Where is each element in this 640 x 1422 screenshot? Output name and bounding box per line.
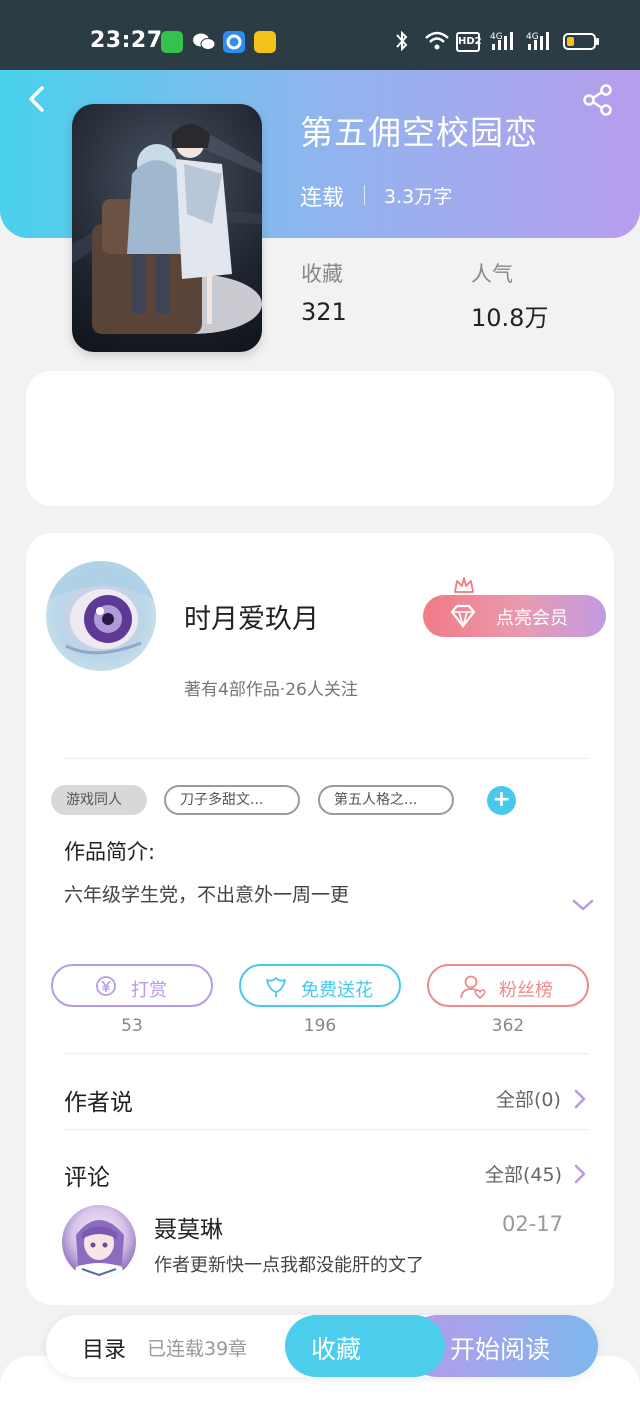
divider — [64, 1129, 588, 1130]
send-flower-label: 免费送花 — [301, 980, 373, 1001]
notes-app-icon — [254, 31, 276, 53]
battery-icon — [563, 28, 601, 54]
comment-text[interactable]: 作者更新快一点我都没能肝的文了 — [154, 1251, 424, 1277]
popularity-value: 10.8万 — [471, 304, 549, 332]
vip-button-label: 点亮会员 — [496, 608, 568, 629]
anime-girl-avatar — [74, 1220, 124, 1279]
book-status: 连载 — [300, 186, 345, 211]
chapters-count: 已连载39章 — [147, 1338, 248, 1360]
divider — [64, 758, 588, 759]
divider — [64, 1053, 588, 1054]
book-cover[interactable] — [72, 104, 262, 352]
chevron-right-icon — [574, 1164, 586, 1184]
share-icon — [583, 84, 612, 116]
fans-count: 362 — [491, 1016, 525, 1036]
comments-all-label: 全部(45) — [485, 1164, 563, 1186]
tag-game-fanfic[interactable]: 游戏同人 — [51, 785, 147, 815]
commenter-avatar[interactable] — [62, 1205, 136, 1279]
favorites-value: 321 — [301, 298, 347, 326]
chevron-left-icon — [29, 86, 44, 112]
collect-label: 收藏 — [311, 1335, 362, 1364]
author-says-title: 作者说 — [64, 1090, 133, 1116]
chevron-down-icon[interactable] — [570, 896, 596, 914]
author-avatar[interactable] — [46, 561, 156, 671]
commenter-name: 聂莫琳 — [154, 1217, 223, 1243]
status-divider — [364, 185, 365, 205]
cell-signal-icon-2: 4G — [526, 28, 556, 54]
tip-label: 打赏 — [131, 980, 167, 1001]
yen-coin-icon — [96, 976, 116, 996]
chevron-right-icon — [574, 1089, 586, 1109]
crown-icon — [454, 577, 474, 593]
tip-button[interactable]: 打赏 — [51, 964, 213, 1007]
wechat-app-icon — [192, 31, 216, 53]
cover-illustration — [72, 124, 262, 334]
hd-icon: HD2 — [456, 32, 482, 52]
browser-app-icon — [223, 31, 245, 53]
fans-ranking-label: 粉丝榜 — [499, 980, 553, 1001]
book-title: 第五佣空校园恋 — [300, 113, 538, 152]
flower-icon — [266, 977, 286, 997]
comments-title: 评论 — [64, 1165, 110, 1191]
bluetooth-icon — [393, 28, 411, 54]
tag-3[interactable]: 第五人格之... — [318, 785, 454, 815]
fans-ranking-button[interactable]: 粉丝榜 — [427, 964, 589, 1007]
author-says-all-link[interactable]: 全部(0) — [496, 1085, 596, 1115]
collect-button[interactable]: 收藏 — [285, 1315, 445, 1377]
author-name[interactable]: 时月爱玖月 — [184, 597, 319, 636]
eye-illustration — [46, 561, 156, 655]
comments-all-link[interactable]: 全部(45) — [485, 1160, 595, 1190]
fans-user-icon — [460, 975, 486, 1000]
cell-signal-icon-1: 4G — [490, 28, 520, 54]
popularity-label: 人气 — [471, 262, 513, 286]
wifi-icon — [424, 28, 450, 54]
add-tag-button[interactable]: + — [487, 786, 516, 815]
author-says-all-label: 全部(0) — [496, 1089, 561, 1111]
intro-label: 作品简介: — [64, 840, 156, 864]
favorites-label: 收藏 — [301, 262, 343, 286]
status-bar: 23:27 HD2 4G 4G — [0, 0, 640, 70]
comment-date: 02-17 — [502, 1212, 564, 1236]
word-count: 3.3万字 — [384, 186, 453, 208]
share-button[interactable] — [580, 82, 616, 118]
start-reading-label: 开始阅读 — [450, 1335, 551, 1364]
blank-card — [26, 371, 614, 506]
back-button[interactable] — [20, 82, 54, 116]
iqiyi-app-icon — [161, 31, 183, 53]
send-flower-button[interactable]: 免费送花 — [239, 964, 401, 1007]
tag-2[interactable]: 刀子多甜文... — [164, 785, 300, 815]
flower-count: 196 — [303, 1016, 337, 1036]
author-meta: 著有4部作品·26人关注 — [184, 680, 358, 700]
intro-text: 六年级学生党，不出意外一周一更 — [64, 884, 350, 906]
tip-count: 53 — [121, 1016, 143, 1036]
toc-button[interactable]: 目录 — [82, 1332, 126, 1364]
status-time: 23:27 — [90, 28, 163, 53]
diamond-icon — [450, 604, 476, 628]
